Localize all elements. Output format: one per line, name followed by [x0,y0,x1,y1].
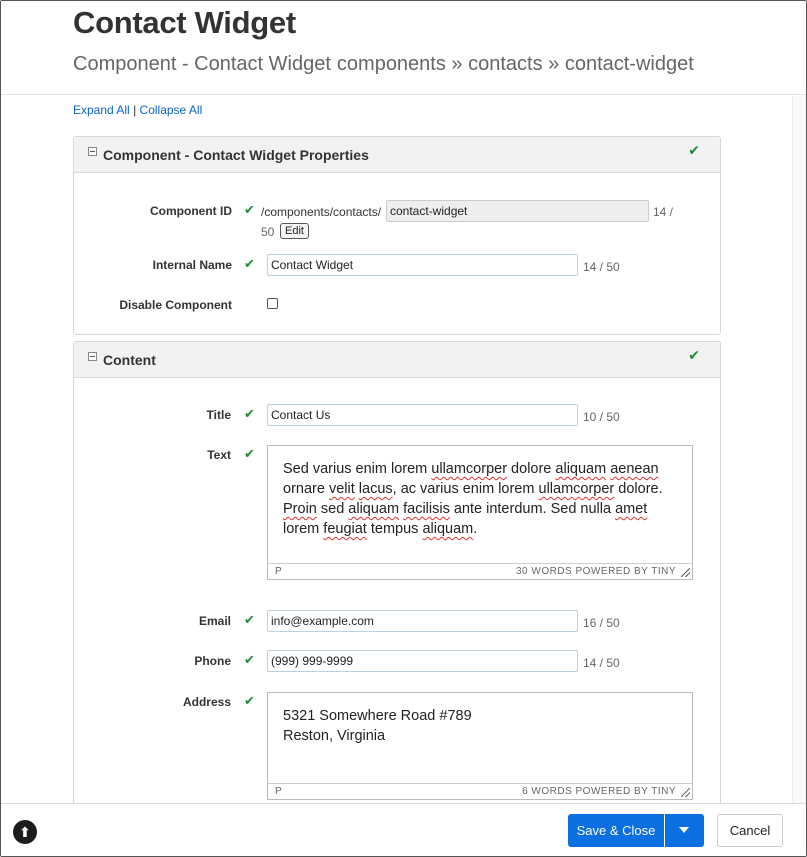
address-line: Reston, Virginia [283,728,386,744]
word-count: 6 WORDS POWERED BY TINY [522,786,676,797]
component-id-label: Component ID [150,204,232,218]
disable-component-checkbox[interactable] [267,298,278,309]
vertical-scrollbar[interactable] [792,96,806,803]
misspelled-word: aliquam [555,461,607,477]
misspelled-word: velit [328,481,355,497]
misspelled-word: aliquam [348,501,400,517]
text-run: dolore. [614,481,663,497]
page-title: Contact Widget [73,5,296,40]
breadcrumb: components » contacts » contact-widget [336,53,694,75]
valid-check-icon: ✔ [244,446,255,461]
component-id-char-max: 50 [261,225,275,239]
content-panel-header[interactable]: Content ✔ [74,342,720,378]
text-run: tempus [366,521,423,537]
text-editor-content[interactable]: Sed varius enim lorem ullamcorper dolore… [283,459,677,539]
resize-handle-icon[interactable] [681,788,690,797]
text-run: , ac varius enim lorem [392,481,539,497]
modal-window: Contact Widget Component - Contact Widge… [0,0,807,857]
misspelled-word: aenean [610,461,659,477]
editor-status-bar: P 6 WORDS POWERED BY TINY [268,783,692,799]
text-rich-editor[interactable]: Sed varius enim lorem ullamcorper dolore… [267,445,693,580]
valid-check-icon: ✔ [244,652,255,667]
component-type-label: Component - Contact Widget [73,53,331,75]
phone-char-count: 14 / 50 [583,656,620,670]
valid-check-icon: ✔ [244,202,255,217]
title-input[interactable] [267,404,578,426]
email-char-count: 16 / 50 [583,616,620,630]
text-label: Text [207,448,231,462]
component-id-char-count: 14 / [653,205,674,219]
text-run: ornare [283,481,329,497]
element-path[interactable]: P [275,786,282,797]
address-label: Address [182,695,231,709]
valid-check-icon: ✔ [244,406,255,421]
form-scroll-area[interactable]: Expand All | Collapse All Component - Co… [1,96,792,803]
collapse-toggle-icon[interactable] [88,352,97,361]
email-input[interactable] [267,610,578,632]
component-id-input[interactable] [386,200,649,222]
editor-status-bar: P 30 WORDS POWERED BY TINY [268,563,692,579]
misspelled-word: facilisis [403,501,450,517]
collapse-toggle-icon[interactable] [88,147,97,156]
element-path[interactable]: P [275,566,282,577]
phone-input[interactable] [267,650,578,672]
properties-panel: Component - Contact Widget Properties ✔ … [73,136,721,335]
text-run: ante interdum. Sed nulla [449,501,616,517]
disable-component-label: Disable Component [119,298,232,312]
footer-bar: ⬆ Save & Close Cancel [1,803,806,856]
valid-check-icon: ✔ [688,347,700,363]
page-header: Contact Widget Component - Contact Widge… [1,1,806,95]
text-run: dolore [507,461,556,477]
valid-check-icon: ✔ [244,693,255,708]
phone-label: Phone [194,654,231,668]
misspelled-word: Proin [283,501,317,517]
collapse-all-link[interactable]: Collapse All [140,103,203,117]
internal-name-char-count: 14 / 50 [583,260,620,274]
internal-name-input[interactable] [267,254,578,276]
expand-all-link[interactable]: Expand All [73,103,130,117]
email-label: Email [198,614,231,628]
save-options-dropdown-icon[interactable] [665,814,704,847]
scroll-top-icon[interactable]: ⬆ [13,820,37,844]
misspelled-word: ullamcorper [538,481,615,497]
link-separator: | [133,103,137,117]
misspelled-word: amet [615,501,648,517]
misspelled-word: lacus [358,481,393,497]
word-count: 30 WORDS POWERED BY TINY [516,566,676,577]
address-rich-editor[interactable]: 5321 Somewhere Road #789 Reston, Virginia… [267,692,693,800]
expand-collapse-links: Expand All | Collapse All [73,103,202,117]
resize-handle-icon[interactable] [681,568,690,577]
properties-panel-title: Component - Contact Widget Properties [103,147,369,163]
title-char-count: 10 / 50 [583,410,620,424]
valid-check-icon: ✔ [244,256,255,271]
content-panel-title: Content [103,352,156,368]
save-close-button[interactable]: Save & Close [568,814,664,847]
properties-panel-header[interactable]: Component - Contact Widget Properties ✔ [74,137,720,173]
edit-id-button[interactable]: Edit [280,223,309,239]
misspelled-word: aliquam [422,521,474,537]
internal-name-label: Internal Name [152,258,232,272]
valid-check-icon: ✔ [688,142,700,158]
misspelled-word: feugiat [323,521,367,537]
content-panel: Content ✔ Title ✔ 10 / 50 Text ✔ Sed var… [73,341,721,803]
cancel-button[interactable]: Cancel [717,814,783,847]
component-path-prefix: /components/contacts/ [261,205,382,219]
title-label: Title [206,408,231,422]
text-run: Sed varius enim lorem [283,461,432,477]
text-run: . [473,521,478,537]
valid-check-icon: ✔ [244,612,255,627]
misspelled-word: ullamcorper [431,461,508,477]
text-run: sed [316,501,349,517]
text-run: lorem [283,521,324,537]
address-editor-content[interactable]: 5321 Somewhere Road #789 Reston, Virginia [283,706,677,746]
address-line: 5321 Somewhere Road #789 [283,708,472,724]
page-subtitle: Component - Contact Widget components » c… [73,53,694,76]
